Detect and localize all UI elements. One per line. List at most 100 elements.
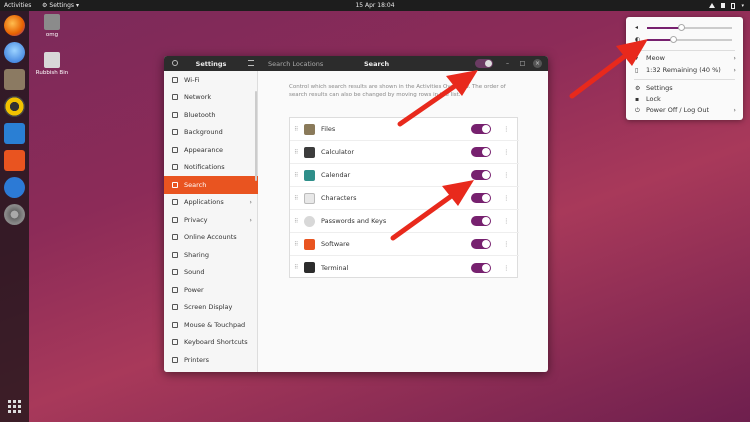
sidebar-item-network[interactable]: Network bbox=[164, 89, 258, 107]
sidebar-item-label: Search bbox=[184, 180, 207, 189]
sharing-icon bbox=[172, 251, 178, 258]
provider-label: Calendar bbox=[321, 171, 351, 179]
provider-toggle[interactable] bbox=[471, 124, 491, 134]
power-menu-item[interactable]: ⏻ Power Off / Log Out › bbox=[626, 105, 743, 115]
drag-handle-icon[interactable]: ⠿ bbox=[294, 241, 298, 248]
battery-menu-item[interactable]: ▯ 1:32 Remaining (40 %) › bbox=[626, 65, 743, 75]
more-options-icon[interactable]: ⋮ bbox=[503, 240, 510, 248]
brightness-slider[interactable] bbox=[647, 36, 732, 43]
sidebar-item-screen-display[interactable]: Screen Display bbox=[164, 299, 258, 317]
brightness-slider-knob[interactable] bbox=[669, 36, 677, 43]
list-item[interactable]: ⠿ Calculator ⋮ bbox=[290, 141, 519, 164]
provider-toggle[interactable] bbox=[471, 239, 491, 249]
background-icon bbox=[172, 129, 178, 136]
help-icon[interactable] bbox=[4, 177, 25, 198]
show-applications-icon[interactable] bbox=[8, 400, 21, 413]
writer-icon[interactable] bbox=[4, 123, 25, 144]
software-icon[interactable] bbox=[4, 150, 25, 171]
minimize-button[interactable]: – bbox=[503, 59, 512, 68]
more-options-icon[interactable]: ⋮ bbox=[503, 171, 510, 179]
top-bar: Activities ⚙ Settings ▾ 15 Apr 18:04 ▾ bbox=[0, 0, 750, 11]
sidebar-item-label: Sound bbox=[184, 268, 205, 277]
chevron-right-icon: › bbox=[249, 215, 252, 224]
sidebar-scrollbar[interactable] bbox=[255, 91, 257, 181]
passwords-keys-icon bbox=[304, 215, 315, 227]
list-item[interactable]: ⠿ Calendar ⋮ bbox=[290, 164, 519, 187]
sidebar-item-wifi[interactable]: Wi-Fi bbox=[164, 71, 258, 89]
more-options-icon[interactable]: ⋮ bbox=[503, 264, 510, 272]
provider-toggle[interactable] bbox=[471, 147, 491, 157]
more-options-icon[interactable]: ⋮ bbox=[503, 217, 510, 225]
sidebar-item-label: Printers bbox=[184, 355, 210, 364]
printer-icon bbox=[172, 356, 178, 363]
system-tray[interactable]: ▾ bbox=[709, 2, 744, 9]
sidebar-item-keyboard-shortcuts[interactable]: Keyboard Shortcuts bbox=[164, 334, 258, 352]
network-icon bbox=[172, 94, 178, 101]
power-label: Power Off / Log Out bbox=[646, 106, 710, 114]
provider-toggle[interactable] bbox=[471, 193, 491, 203]
sidebar-item-label: Power bbox=[184, 285, 204, 294]
desktop-folder-omg[interactable]: omg bbox=[32, 14, 72, 38]
sidebar-item-sound[interactable]: Sound bbox=[164, 264, 258, 282]
volume-slider-knob[interactable] bbox=[678, 24, 685, 31]
battery-icon: ▯ bbox=[635, 67, 639, 74]
clock[interactable]: 15 Apr 18:04 bbox=[0, 2, 750, 9]
firefox-icon[interactable] bbox=[4, 15, 25, 36]
sidebar-item-sharing[interactable]: Sharing bbox=[164, 246, 258, 264]
system-menu: ◂ ◐ ▾ Meow › ▯ 1:32 Remaining (40 %) › ⚙… bbox=[626, 17, 743, 120]
provider-toggle[interactable] bbox=[471, 216, 491, 226]
more-options-icon[interactable]: ⋮ bbox=[503, 194, 510, 202]
close-button[interactable]: × bbox=[533, 59, 542, 68]
sidebar-item-background[interactable]: Background bbox=[164, 124, 258, 142]
maximize-button[interactable]: □ bbox=[518, 59, 527, 68]
hamburger-menu-icon[interactable] bbox=[248, 60, 254, 66]
sidebar-item-applications[interactable]: Applications › bbox=[164, 194, 258, 212]
lock-icon: ▪ bbox=[635, 96, 640, 103]
list-item[interactable]: ⠿ Files ⋮ bbox=[290, 118, 519, 141]
desktop-rubbish-bin[interactable]: Rubbish Bin bbox=[32, 52, 72, 76]
rhythmbox-icon[interactable] bbox=[4, 96, 25, 117]
calendar-icon bbox=[304, 169, 315, 181]
menu-divider bbox=[634, 50, 735, 51]
lock-label: Lock bbox=[646, 95, 661, 103]
sidebar-item-power[interactable]: Power bbox=[164, 281, 258, 299]
thunderbird-icon[interactable] bbox=[4, 42, 25, 63]
list-item[interactable]: ⠿ Terminal ⋮ bbox=[290, 256, 519, 279]
list-item[interactable]: ⠿ Passwords and Keys ⋮ bbox=[290, 210, 519, 233]
settings-icon[interactable] bbox=[4, 204, 25, 225]
sidebar-item-label: Keyboard Shortcuts bbox=[184, 338, 248, 347]
drag-handle-icon[interactable]: ⠿ bbox=[294, 264, 298, 271]
provider-toggle[interactable] bbox=[471, 262, 491, 273]
list-item[interactable]: ⠿ Characters ⋮ bbox=[290, 187, 519, 210]
provider-label: Files bbox=[321, 125, 336, 133]
volume-slider[interactable] bbox=[647, 24, 732, 31]
software-icon bbox=[304, 238, 315, 250]
files-icon[interactable] bbox=[4, 69, 25, 90]
sidebar-item-appearance[interactable]: Appearance bbox=[164, 141, 258, 159]
drag-handle-icon[interactable]: ⠿ bbox=[294, 149, 298, 156]
more-options-icon[interactable]: ⋮ bbox=[503, 148, 510, 156]
sidebar-item-notifications[interactable]: Notifications bbox=[164, 159, 258, 177]
provider-toggle[interactable] bbox=[471, 170, 491, 180]
sidebar-item-mouse-touchpad[interactable]: Mouse & Touchpad bbox=[164, 316, 258, 334]
drag-handle-icon[interactable]: ⠿ bbox=[294, 126, 298, 133]
chevron-right-icon: › bbox=[249, 198, 252, 207]
sidebar-item-printers[interactable]: Printers bbox=[164, 351, 258, 369]
drag-handle-icon[interactable]: ⠿ bbox=[294, 172, 298, 179]
sidebar-item-privacy[interactable]: Privacy › bbox=[164, 211, 258, 229]
lock-menu-item[interactable]: ▪ Lock bbox=[626, 94, 743, 104]
search-panel: Control which search results are shown i… bbox=[259, 71, 548, 372]
wifi-menu-item[interactable]: ▾ Meow › bbox=[626, 53, 743, 63]
settings-menu-item[interactable]: ⚙ Settings bbox=[626, 83, 743, 93]
sidebar-item-search[interactable]: Search bbox=[164, 176, 258, 194]
sidebar-item-bluetooth[interactable]: Bluetooth bbox=[164, 106, 258, 124]
list-item[interactable]: ⠿ Software ⋮ bbox=[290, 233, 519, 256]
sidebar-item-online-accounts[interactable]: Online Accounts bbox=[164, 229, 258, 247]
network-icon bbox=[709, 3, 716, 8]
drag-handle-icon[interactable]: ⠿ bbox=[294, 218, 298, 225]
more-options-icon[interactable]: ⋮ bbox=[503, 125, 510, 133]
wifi-network-name: Meow bbox=[646, 54, 665, 62]
search-locations-button[interactable]: Search Locations bbox=[268, 60, 323, 68]
drag-handle-icon[interactable]: ⠿ bbox=[294, 195, 298, 202]
search-master-toggle[interactable] bbox=[475, 59, 493, 68]
